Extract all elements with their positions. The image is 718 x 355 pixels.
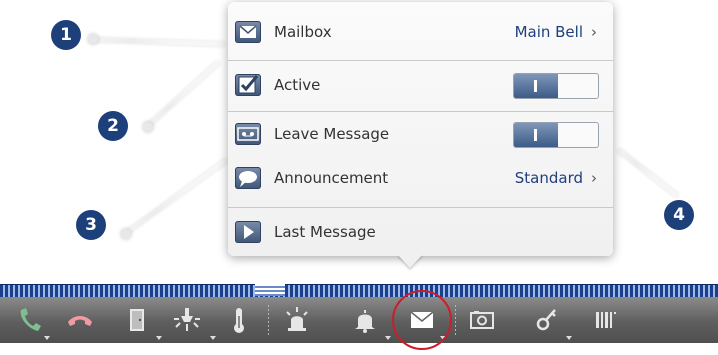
callout-1: 1 [51,20,81,50]
menu-value-announcement: Standard › [514,169,597,187]
mailbox-popup-menu: Mailbox Main Bell › Active Leave Message … [228,2,613,256]
toolbar-divider [455,305,456,337]
menu-separator [228,60,613,61]
active-toggle[interactable] [513,73,599,99]
leader-line-4 [616,147,680,199]
leader-line-1 [89,37,226,47]
dropdown-tick [566,336,572,340]
leader-line-2 [144,60,221,130]
menu-separator [228,111,613,112]
alarm-light-icon[interactable] [275,297,319,343]
dropdown-tick [385,336,391,340]
barcode-icon[interactable] [584,297,628,343]
menu-row-active[interactable]: Active [228,67,613,103]
leader-dot-3 [121,229,131,239]
leader-line-3 [122,157,230,237]
door-icon[interactable] [115,297,159,343]
menu-separator [228,207,613,208]
thermometer-icon[interactable] [217,297,261,343]
chevron-right-icon: › [591,169,597,187]
drag-handle[interactable] [255,284,285,296]
callout-4: 4 [664,200,694,230]
menu-value-mailbox: Main Bell › [514,23,597,41]
menu-row-leave-message[interactable]: Leave Message [228,116,613,152]
status-stripe [0,284,718,298]
dropdown-tick [44,336,50,340]
key-icon[interactable] [524,297,568,343]
menu-label-last-message: Last Message [274,223,376,241]
callout-3: 3 [76,210,106,240]
menu-label-leave-message: Leave Message [274,125,390,143]
speech-bubble-icon [235,167,261,189]
tape-icon [235,123,261,145]
checkbox-icon [235,74,261,96]
toggle-on-mark [534,129,537,141]
menu-label-active: Active [274,76,321,94]
menu-row-last-message[interactable]: Last Message [228,214,613,250]
chevron-right-icon: › [591,23,597,41]
dropdown-tick [156,336,162,340]
leader-dot-1 [88,34,98,44]
menu-row-mailbox[interactable]: Mailbox Main Bell › [228,14,613,50]
envelope-icon [235,21,261,43]
toggle-on-mark [534,80,537,92]
callout-2: 2 [98,111,128,141]
menu-label-mailbox: Mailbox [274,23,332,41]
phone-hangup-icon[interactable] [58,297,102,343]
light-icon[interactable] [165,297,209,343]
popup-pointer [397,254,423,268]
menu-row-announcement[interactable]: Announcement Standard › [228,160,613,196]
leave-message-toggle[interactable] [513,122,599,148]
leader-dot-2 [143,122,153,132]
camera-icon[interactable] [460,297,504,343]
dropdown-tick [210,336,216,340]
bell-icon[interactable] [343,297,387,343]
play-icon [235,221,261,243]
toolbar-divider [268,305,269,337]
menu-label-announcement: Announcement [274,169,389,187]
selected-tool-highlight [392,290,452,350]
